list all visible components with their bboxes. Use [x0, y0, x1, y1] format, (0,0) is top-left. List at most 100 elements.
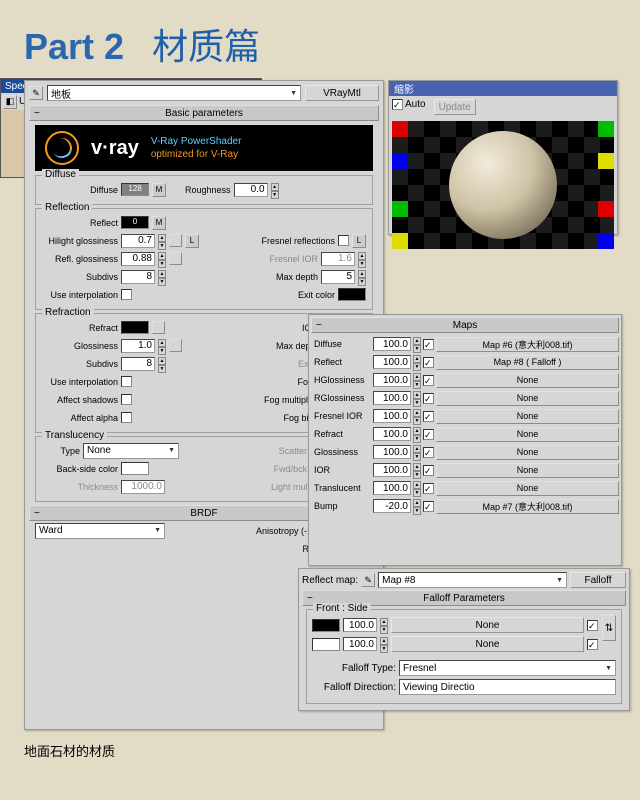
map-amount-input[interactable]: -20.0: [373, 499, 411, 513]
map-amount-input[interactable]: 100.0: [373, 481, 411, 495]
roughness-input[interactable]: 0.0: [234, 183, 268, 197]
map-amount-spinner[interactable]: ▲▼: [413, 463, 421, 477]
falloff-dir-dropdown[interactable]: Viewing Directio: [399, 679, 616, 695]
transl-type-dropdown[interactable]: None▼: [83, 443, 179, 459]
diffuse-swatch[interactable]: 128: [121, 183, 149, 196]
fresnel-lock[interactable]: L: [352, 234, 366, 248]
refl-exitcolor-swatch[interactable]: [338, 288, 366, 301]
side-swatch[interactable]: [312, 638, 340, 651]
side-amount-input[interactable]: 100.0: [343, 637, 377, 651]
map-amount-spinner[interactable]: ▲▼: [413, 481, 421, 495]
map-on-checkbox[interactable]: ✓: [423, 375, 434, 386]
map-slot-button[interactable]: Map #7 (意大利008.tif): [436, 499, 619, 514]
backside-swatch[interactable]: [121, 462, 149, 475]
diffuse-map-button[interactable]: M: [152, 183, 166, 197]
refl-gloss-spinner[interactable]: ▲▼: [158, 252, 166, 266]
hilight-lock[interactable]: L: [185, 234, 199, 248]
refr-gloss-spinner[interactable]: ▲▼: [158, 339, 166, 353]
map-amount-spinner[interactable]: ▲▼: [413, 427, 421, 441]
map-on-checkbox[interactable]: ✓: [423, 501, 434, 512]
refr-gloss-input[interactable]: 1.0: [121, 339, 155, 353]
map-on-checkbox[interactable]: ✓: [423, 339, 434, 350]
map-on-checkbox[interactable]: ✓: [423, 483, 434, 494]
side-on-checkbox[interactable]: ✓: [587, 639, 598, 650]
roughness-spinner[interactable]: ▲▼: [271, 183, 279, 197]
refl-gloss-map[interactable]: [169, 252, 182, 265]
crop-tool-icon[interactable]: ◧: [3, 95, 17, 109]
front-slot-button[interactable]: None: [391, 617, 584, 633]
map-slot-button[interactable]: None: [436, 481, 619, 496]
map-amount-spinner[interactable]: ▲▼: [413, 373, 421, 387]
reflect-swatch[interactable]: 0: [121, 216, 149, 229]
update-button[interactable]: Update: [434, 99, 476, 115]
hilight-input[interactable]: 0.7: [121, 234, 155, 248]
map-slot-button[interactable]: None: [436, 391, 619, 406]
map-amount-spinner[interactable]: ▲▼: [413, 337, 421, 351]
refract-map[interactable]: [152, 321, 165, 334]
refract-swatch[interactable]: [121, 321, 149, 334]
refl-maxdepth-spinner[interactable]: ▲▼: [358, 270, 366, 284]
map-slot-button[interactable]: None: [436, 427, 619, 442]
front-swatch[interactable]: [312, 619, 340, 632]
affect-shadows-checkbox[interactable]: [121, 394, 132, 405]
map-amount-input[interactable]: 100.0: [373, 391, 411, 405]
map-slot-button[interactable]: None: [436, 409, 619, 424]
map-amount-input[interactable]: 100.0: [373, 337, 411, 351]
front-amount-input[interactable]: 100.0: [343, 618, 377, 632]
map-amount-spinner[interactable]: ▲▼: [413, 499, 421, 513]
refr-subdivs-spinner[interactable]: ▲▼: [158, 357, 166, 371]
pick-icon[interactable]: ✎: [361, 573, 375, 587]
material-type-button[interactable]: VRayMtl: [305, 85, 379, 101]
map-amount-input[interactable]: 100.0: [373, 463, 411, 477]
auto-checkbox[interactable]: ✓: [392, 99, 403, 110]
map-on-checkbox[interactable]: ✓: [423, 429, 434, 440]
map-amount-input[interactable]: 100.0: [373, 445, 411, 459]
map-on-checkbox[interactable]: ✓: [423, 393, 434, 404]
reflect-map-type-button[interactable]: Falloff: [570, 572, 626, 588]
refr-gloss-map[interactable]: [169, 339, 182, 352]
map-amount-input[interactable]: 100.0: [373, 409, 411, 423]
reflect-map-dropdown[interactable]: Map #8▼: [378, 572, 567, 588]
refr-gloss-label: Glossiness: [42, 341, 118, 351]
brdf-type-dropdown[interactable]: Ward▼: [35, 523, 165, 539]
map-amount-spinner[interactable]: ▲▼: [413, 409, 421, 423]
map-amount-spinner[interactable]: ▲▼: [413, 445, 421, 459]
map-amount-spinner[interactable]: ▲▼: [413, 391, 421, 405]
front-spinner[interactable]: ▲▼: [380, 618, 388, 632]
refr-interp-checkbox[interactable]: [121, 376, 132, 387]
map-slot-button[interactable]: None: [436, 463, 619, 478]
map-on-checkbox[interactable]: ✓: [423, 465, 434, 476]
front-on-checkbox[interactable]: ✓: [587, 620, 598, 631]
affect-alpha-checkbox[interactable]: [121, 412, 132, 423]
fresnel-checkbox[interactable]: [338, 235, 349, 246]
map-slot-button[interactable]: Map #6 (意大利008.tif): [436, 337, 619, 352]
hilight-map-slot[interactable]: [169, 234, 182, 247]
falloff-type-dropdown[interactable]: Fresnel▼: [399, 660, 616, 676]
refl-subdivs-input[interactable]: 8: [121, 270, 155, 284]
hilight-spinner[interactable]: ▲▼: [158, 234, 166, 248]
side-spinner[interactable]: ▲▼: [380, 637, 388, 651]
refl-subdivs-spinner[interactable]: ▲▼: [158, 270, 166, 284]
map-on-checkbox[interactable]: ✓: [423, 447, 434, 458]
map-amount-spinner[interactable]: ▲▼: [413, 355, 421, 369]
map-on-checkbox[interactable]: ✓: [423, 411, 434, 422]
map-slot-button[interactable]: Map #8 ( Falloff ): [436, 355, 619, 370]
map-amount-input[interactable]: 100.0: [373, 373, 411, 387]
reflect-map-button[interactable]: M: [152, 216, 166, 230]
map-on-checkbox[interactable]: ✓: [423, 357, 434, 368]
refl-maxdepth-input[interactable]: 5: [321, 270, 355, 284]
refl-interp-checkbox[interactable]: [121, 289, 132, 300]
swap-icon[interactable]: ⇅: [602, 615, 616, 641]
rollup-basic-parameters-header[interactable]: − Basic parameters: [29, 105, 379, 121]
side-slot-button[interactable]: None: [391, 636, 584, 652]
map-slot-button[interactable]: None: [436, 373, 619, 388]
refr-subdivs-input[interactable]: 8: [121, 357, 155, 371]
map-slot-button[interactable]: None: [436, 445, 619, 460]
rollup-maps-header[interactable]: − Maps: [311, 317, 619, 333]
material-name-dropdown[interactable]: 地板 ▼: [47, 85, 301, 101]
map-amount-input[interactable]: 100.0: [373, 355, 411, 369]
pick-icon[interactable]: ✎: [29, 86, 43, 100]
chevron-down-icon: ▼: [168, 447, 175, 454]
refl-gloss-input[interactable]: 0.88: [121, 252, 155, 266]
map-amount-input[interactable]: 100.0: [373, 427, 411, 441]
